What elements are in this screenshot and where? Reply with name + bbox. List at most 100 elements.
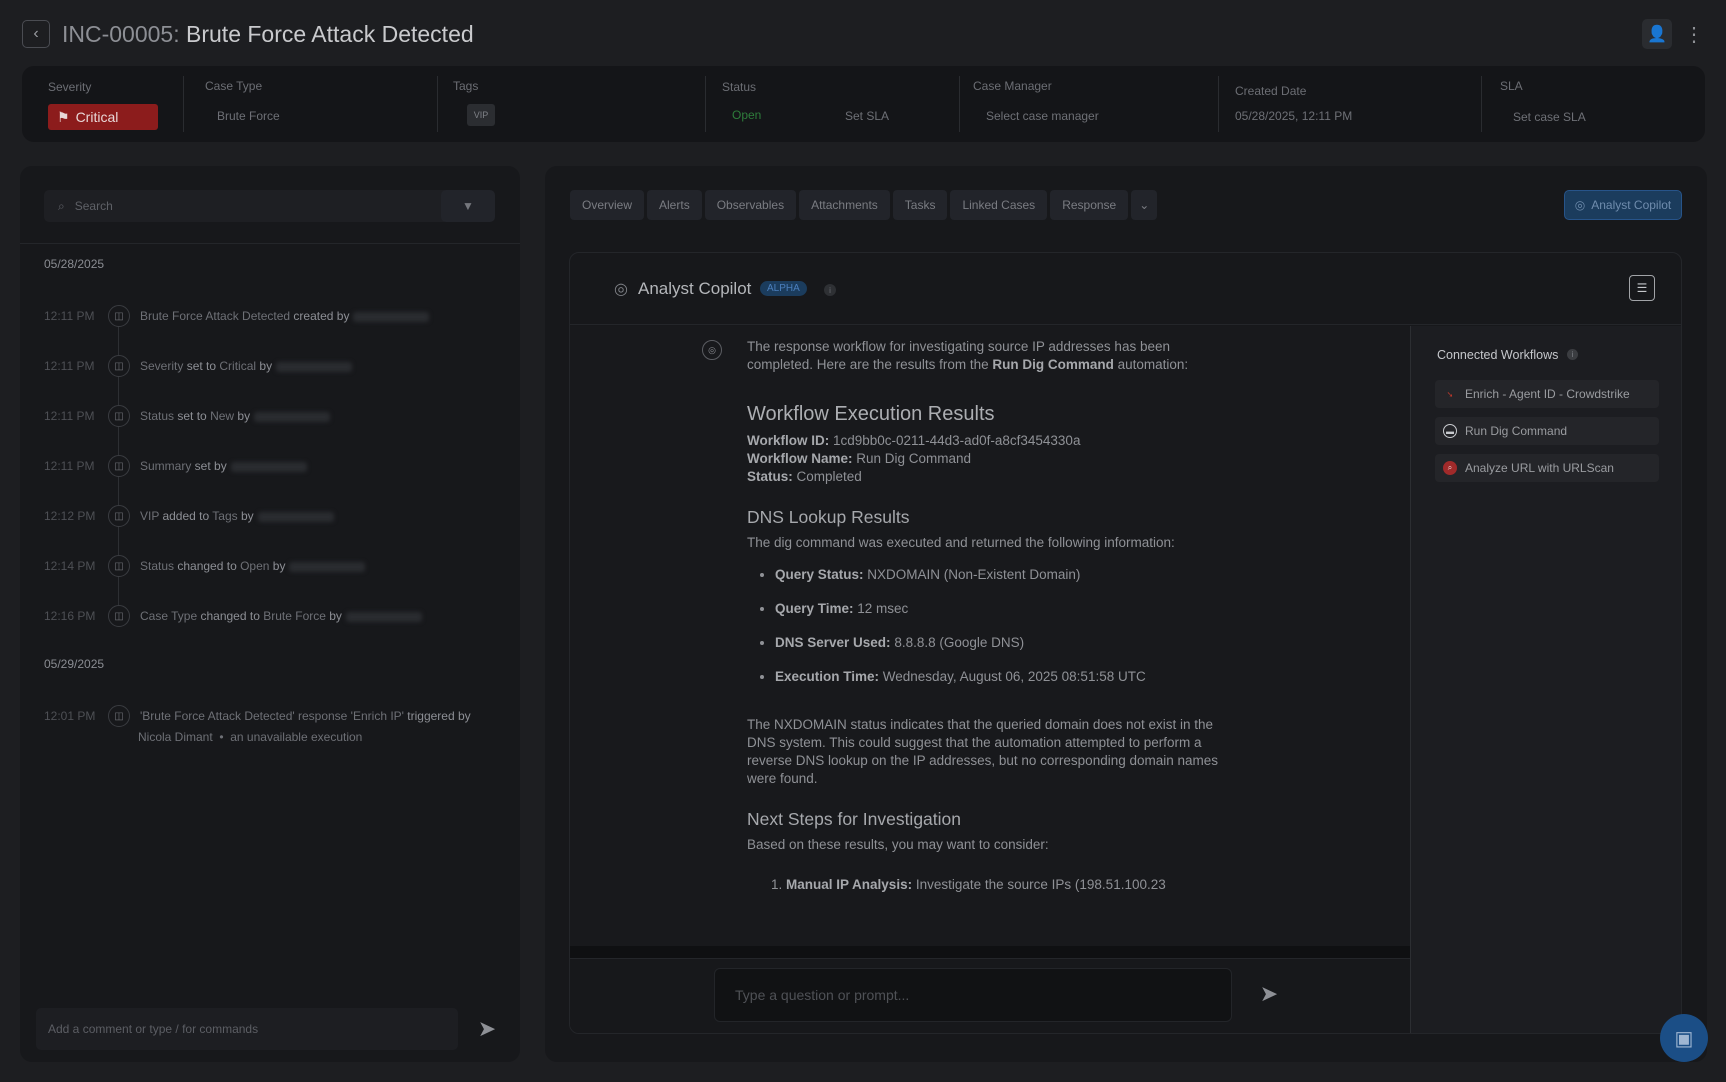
chat-bubble-icon: ▣ (1674, 1027, 1694, 1050)
dig-icon: ▬ (1443, 424, 1457, 438)
copilot-panel: ◎ Analyst Copilot ALPHA i ☰ ◎ The respon… (569, 252, 1682, 1034)
tab-linked-cases[interactable]: Linked Cases (950, 190, 1048, 220)
sla-field[interactable]: SLA Set case SLA (1481, 66, 1705, 142)
note-icon: ◫ (108, 705, 130, 727)
info-icon[interactable]: i (1567, 349, 1578, 360)
case-type-field[interactable]: Case Type Brute Force (183, 66, 437, 142)
send-prompt-button[interactable]: ➤ (1256, 981, 1282, 1007)
tabs-more-button[interactable]: ⌄ (1131, 190, 1158, 220)
list-item: Execution Time: Wednesday, August 06, 20… (775, 668, 1237, 686)
help-chat-button[interactable]: ▣ (1660, 1014, 1708, 1062)
case-manager-label: Case Manager (973, 79, 1052, 93)
tab-attachments[interactable]: Attachments (799, 190, 890, 220)
tags-field[interactable]: Tags VIP (437, 66, 695, 142)
timeline-row: 12:11 PM ◫ Summary set by (44, 451, 500, 481)
assign-user-button[interactable]: 👤 (1642, 19, 1672, 49)
incident-title: Brute Force Attack Detected (186, 20, 474, 47)
tab-overview[interactable]: Overview (570, 190, 645, 220)
status-field[interactable]: Status Open Set SLA (705, 66, 959, 142)
note-icon: ◫ (108, 305, 130, 327)
tab-alerts[interactable]: Alerts (647, 190, 702, 220)
info-icon[interactable]: i (824, 284, 836, 296)
note-icon: ◫ (108, 355, 130, 377)
note-icon: ◫ (108, 505, 130, 527)
chat-messages[interactable]: ◎ The response workflow for investigatin… (570, 326, 1410, 958)
heading-dns-results: DNS Lookup Results (747, 507, 910, 527)
search-icon: ⌕ (58, 198, 65, 213)
note-icon: ◫ (108, 455, 130, 477)
copilot-settings-button[interactable]: ☰ (1629, 275, 1655, 301)
comment-placeholder: Add a comment or type / for commands (48, 1022, 259, 1036)
bot-message: The response workflow for investigating … (747, 338, 1237, 894)
workflow-item-crowdstrike[interactable]: ➘ Enrich - Agent ID - Crowdstrike (1435, 380, 1659, 408)
timeline-row: 12:12 PM ◫ VIP added to Tags by (44, 501, 500, 531)
case-type-value: Brute Force (217, 109, 280, 123)
timeline-row: 12:16 PM ◫ Case Type changed to Brute Fo… (44, 601, 500, 631)
analyst-copilot-label: Analyst Copilot (1591, 198, 1672, 212)
sliders-icon: ☰ (1636, 281, 1648, 295)
timeline-row-detail: Nicola Dimant • an unavailable execution (138, 730, 363, 744)
workflow-item-urlscan[interactable]: ⌕ Analyze URL with URLScan (1435, 454, 1659, 482)
search-placeholder: Search (74, 199, 113, 213)
status-value: Open (732, 108, 762, 122)
page-title: INC-00005: Brute Force Attack Detected (62, 21, 474, 48)
dns-results-list: Query Status: NXDOMAIN (Non-Existent Dom… (775, 566, 1237, 686)
status-label: Status (722, 80, 757, 94)
timeline-date: 05/28/2025 (44, 257, 105, 271)
prompt-placeholder: Type a question or prompt... (735, 987, 910, 1003)
filter-icon: ▼ (462, 199, 474, 213)
chevron-left-icon: ‹ (33, 25, 39, 42)
sla-label: SLA (1500, 79, 1523, 93)
message-intro: The response workflow for investigating … (747, 339, 1189, 372)
more-options-button[interactable]: ⋮ (1684, 19, 1704, 49)
case-detail-panel: Overview Alerts Observables Attachments … (545, 166, 1707, 1062)
case-type-label: Case Type (205, 79, 263, 93)
prompt-bar: Type a question or prompt... ➤ (570, 958, 1410, 1033)
back-button[interactable]: ‹ (22, 20, 50, 48)
note-icon: ◫ (108, 555, 130, 577)
timeline-row: 12:14 PM ◫ Status changed to Open by (44, 551, 500, 581)
list-item: Query Time: 12 msec (775, 600, 1237, 618)
timeline-row: 12:11 PM ◫ Status set to New by (44, 401, 500, 431)
copilot-header: ◎ Analyst Copilot ALPHA i ☰ (570, 253, 1681, 325)
severity-badge[interactable]: ⚑ Critical (48, 104, 158, 130)
severity-value: Critical (75, 109, 119, 125)
send-icon: ➤ (1259, 981, 1279, 1006)
user-plus-icon: 👤 (1647, 26, 1667, 43)
copilot-title: Analyst Copilot (638, 279, 752, 298)
copilot-icon: ◎ (1574, 198, 1586, 212)
timeline-search-input[interactable]: ⌕ Search (44, 190, 449, 222)
case-meta-strip: Severity ⚑ Critical Case Type Brute Forc… (22, 66, 1705, 142)
bot-avatar-icon: ◎ (702, 340, 722, 360)
incident-id: INC-00005: (62, 20, 180, 47)
analyst-copilot-button[interactable]: ◎ Analyst Copilot (1564, 190, 1682, 220)
filter-button[interactable]: ▼ (441, 190, 495, 222)
tab-observables[interactable]: Observables (704, 190, 797, 220)
copilot-logo-icon: ◎ (614, 281, 628, 298)
list-item: 1. Manual IP Analysis: Investigate the s… (771, 877, 1166, 892)
kebab-icon: ⋮ (1684, 23, 1704, 46)
timeline-row: 12:11 PM ◫ Brute Force Attack Detected c… (44, 301, 500, 331)
comment-input[interactable]: Add a comment or type / for commands (36, 1008, 458, 1050)
created-date-field: Created Date 05/28/2025, 12:11 PM (1218, 66, 1481, 142)
tag-vip[interactable]: VIP (467, 104, 495, 126)
send-comment-button[interactable]: ➤ (474, 1016, 500, 1042)
nxdomain-explanation: The NXDOMAIN status indicates that the q… (747, 717, 1219, 786)
created-date-value: 05/28/2025, 12:11 PM (1235, 109, 1353, 123)
case-manager-field[interactable]: Case Manager Select case manager (959, 66, 1218, 142)
prompt-input[interactable]: Type a question or prompt... (714, 968, 1232, 1022)
tab-response[interactable]: Response (1050, 190, 1129, 220)
heading-workflow-results: Workflow Execution Results (747, 403, 995, 425)
tab-tasks[interactable]: Tasks (892, 190, 948, 220)
list-item: Query Status: NXDOMAIN (Non-Existent Dom… (775, 566, 1237, 584)
chevron-down-icon: ⌄ (1139, 198, 1150, 212)
severity-field: Severity ⚑ Critical (22, 66, 183, 142)
case-tabs: Overview Alerts Observables Attachments … (570, 190, 1158, 220)
alpha-badge: ALPHA (760, 281, 807, 296)
status-sla-link[interactable]: Set SLA (845, 109, 889, 123)
note-icon: ◫ (108, 405, 130, 427)
page-header: ‹ INC-00005: Brute Force Attack Detected… (22, 18, 1704, 50)
created-date-label: Created Date (1235, 84, 1307, 98)
workflow-item-dig[interactable]: ▬ Run Dig Command (1435, 417, 1659, 445)
crowdstrike-icon: ➘ (1446, 389, 1454, 399)
